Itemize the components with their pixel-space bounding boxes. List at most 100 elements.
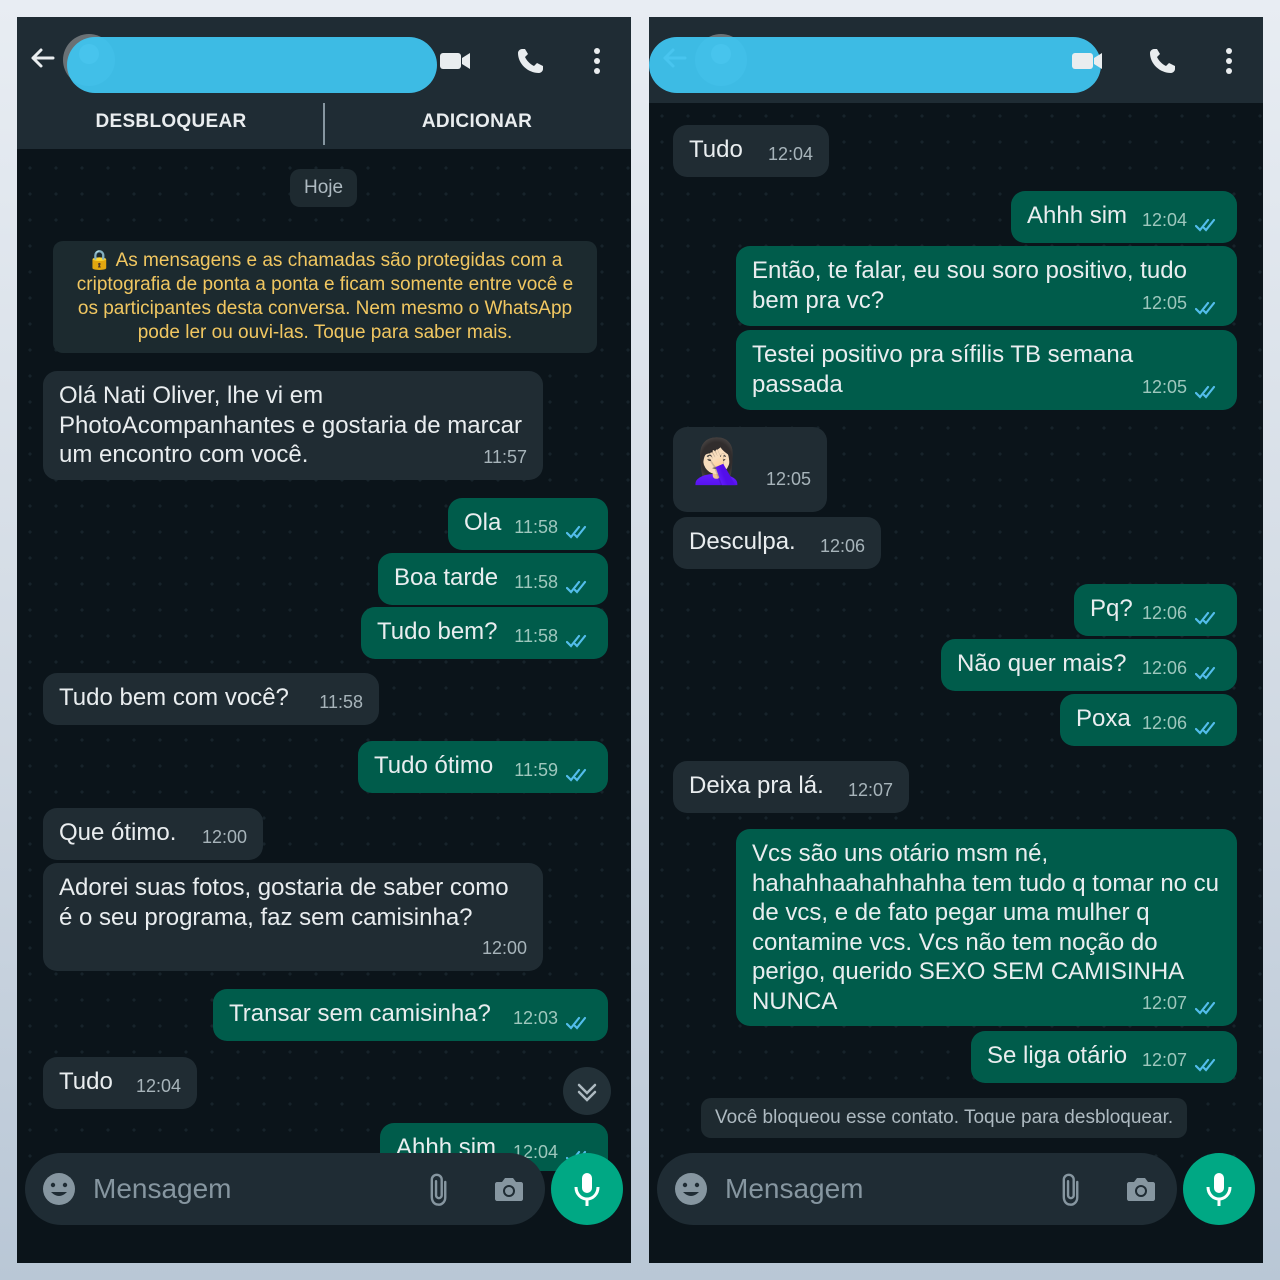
- phone-icon[interactable]: [1145, 45, 1181, 77]
- message-outgoing[interactable]: Ola 11:58: [448, 498, 608, 550]
- mic-icon: [1206, 1173, 1232, 1206]
- encryption-notice[interactable]: 🔒 As mensagens e as chamadas são protegi…: [53, 241, 597, 353]
- right-phone-screen: Tudo 12:04 Ahhh sim 12:04 Então, te fala…: [649, 17, 1263, 1263]
- video-call-icon[interactable]: [437, 45, 473, 77]
- message-input-bar[interactable]: Mensagem: [657, 1153, 1177, 1225]
- scroll-down-button[interactable]: [563, 1067, 611, 1115]
- message-outgoing[interactable]: Boa tarde 11:58: [378, 553, 608, 605]
- message-incoming-emoji[interactable]: 🤦🏻‍♀️ 12:05: [673, 427, 827, 512]
- message-incoming[interactable]: Olá Nati Oliver, lhe vi em PhotoAcompanh…: [43, 371, 543, 480]
- mic-button[interactable]: [1183, 1153, 1255, 1225]
- message-time: 11:58: [319, 691, 363, 712]
- left-phone-screen: Hoje 🔒 As mensagens e as chamadas são pr…: [17, 17, 631, 1263]
- message-outgoing[interactable]: Testei positivo pra sífilis TB semana pa…: [736, 330, 1237, 410]
- double-check-icon: [1195, 720, 1223, 736]
- message-outgoing[interactable]: Tudo bem? 11:58: [361, 607, 608, 659]
- message-text: Ahhh sim: [1027, 202, 1128, 229]
- double-check-icon: [1195, 1057, 1223, 1073]
- message-text: Tudo bem?: [377, 618, 498, 645]
- message-input[interactable]: Mensagem: [93, 1173, 232, 1205]
- encryption-text: As mensagens e as chamadas são protegida…: [76, 250, 574, 343]
- message-outgoing[interactable]: Poxa 12:06: [1060, 694, 1237, 746]
- message-time: 11:57: [483, 446, 527, 467]
- message-text: Boa tarde: [394, 564, 499, 591]
- message-text: Adorei suas fotos, gostaria de saber com…: [59, 874, 509, 931]
- double-check-icon: [1195, 665, 1223, 681]
- message-time: 11:59: [514, 759, 558, 780]
- message-time: 12:07: [847, 779, 893, 800]
- lock-icon: 🔒: [87, 250, 116, 271]
- message-time: 12:07: [1141, 992, 1187, 1013]
- chat-header: [649, 17, 1263, 103]
- message-outgoing[interactable]: Transar sem camisinha? 12:03: [213, 989, 608, 1041]
- message-text: Tudo ótimo: [374, 752, 494, 779]
- blocked-contact-notice[interactable]: Você bloqueou esse contato. Toque para d…: [701, 1098, 1188, 1138]
- message-incoming[interactable]: Adorei suas fotos, gostaria de saber com…: [43, 863, 543, 971]
- chat-area[interactable]: Hoje 🔒 As mensagens e as chamadas são pr…: [17, 103, 631, 1171]
- message-outgoing[interactable]: Tudo ótimo 11:59: [358, 741, 608, 793]
- double-check-icon: [1195, 610, 1223, 626]
- message-time: 12:07: [1141, 1049, 1187, 1070]
- message-time: 12:05: [1141, 376, 1187, 397]
- message-time: 11:58: [514, 516, 558, 537]
- message-time: 12:06: [1141, 657, 1187, 678]
- message-time: 12:00: [201, 826, 247, 847]
- message-outgoing[interactable]: Então, te falar, eu sou soro positivo, t…: [736, 246, 1237, 326]
- message-incoming[interactable]: Tudo 12:04: [673, 125, 829, 177]
- double-check-icon: [566, 524, 594, 540]
- double-check-icon: [566, 1015, 594, 1031]
- divider: [323, 103, 325, 145]
- message-outgoing[interactable]: Pq? 12:06: [1074, 584, 1237, 636]
- message-time: 12:06: [1141, 712, 1187, 733]
- message-outgoing[interactable]: Se liga otário 12:07: [971, 1031, 1237, 1083]
- chat-header: [17, 17, 631, 103]
- attach-icon[interactable]: [423, 1171, 459, 1207]
- message-time: 12:05: [765, 469, 811, 489]
- message-outgoing[interactable]: Ahhh sim 12:04: [1011, 191, 1237, 243]
- double-check-icon: [1195, 384, 1223, 400]
- video-call-icon[interactable]: [1069, 45, 1105, 77]
- double-check-icon: [1195, 300, 1223, 316]
- message-outgoing[interactable]: Vcs são uns otário msm né, hahahhaahahha…: [736, 829, 1237, 1026]
- mic-button[interactable]: [551, 1153, 623, 1225]
- message-input[interactable]: Mensagem: [725, 1173, 864, 1205]
- back-arrow-icon[interactable]: [27, 42, 59, 74]
- attach-icon[interactable]: [1055, 1171, 1091, 1207]
- message-input-bar[interactable]: Mensagem: [25, 1153, 545, 1225]
- message-outgoing[interactable]: Não quer mais? 12:06: [941, 639, 1237, 691]
- add-contact-button[interactable]: ADICIONAR: [327, 111, 627, 133]
- scroll-down-icon: [577, 1083, 597, 1102]
- camera-icon[interactable]: [491, 1171, 527, 1207]
- message-time: 12:00: [481, 937, 527, 958]
- message-time: 12:03: [512, 1007, 558, 1028]
- phone-icon[interactable]: [513, 45, 549, 77]
- message-time: 12:06: [819, 535, 865, 556]
- unblock-button[interactable]: DESBLOQUEAR: [21, 111, 321, 133]
- message-incoming[interactable]: Tudo bem com você? 11:58: [43, 673, 379, 725]
- contact-action-bar: DESBLOQUEAR ADICIONAR: [17, 103, 631, 149]
- emoji-icon[interactable]: [41, 1171, 77, 1207]
- message-incoming[interactable]: Deixa pra lá. 12:07: [673, 761, 909, 813]
- redaction-scribble: [67, 37, 437, 93]
- double-check-icon: [1195, 217, 1223, 233]
- message-time: 12:05: [1141, 292, 1187, 313]
- message-time: 12:04: [135, 1075, 181, 1096]
- message-time: 12:04: [1141, 209, 1187, 230]
- chat-area[interactable]: Tudo 12:04 Ahhh sim 12:04 Então, te fala…: [649, 103, 1263, 1171]
- emoji-icon[interactable]: [673, 1171, 709, 1207]
- more-vert-icon[interactable]: [583, 45, 611, 77]
- message-text: Tudo bem com você?: [59, 684, 289, 711]
- camera-icon[interactable]: [1123, 1171, 1159, 1207]
- message-time: 12:06: [1141, 602, 1187, 623]
- message-incoming[interactable]: Que ótimo. 12:00: [43, 808, 263, 860]
- double-check-icon: [566, 579, 594, 595]
- message-incoming[interactable]: Desculpa. 12:06: [673, 517, 881, 569]
- more-vert-icon[interactable]: [1215, 45, 1243, 77]
- message-incoming[interactable]: Tudo 12:04: [43, 1057, 197, 1109]
- double-check-icon: [566, 767, 594, 783]
- mic-icon: [574, 1173, 600, 1206]
- double-check-icon: [566, 633, 594, 649]
- message-time: 11:58: [514, 571, 558, 592]
- message-text: Olá Nati Oliver, lhe vi em PhotoAcompanh…: [59, 382, 522, 468]
- redaction-scribble: [649, 37, 1101, 93]
